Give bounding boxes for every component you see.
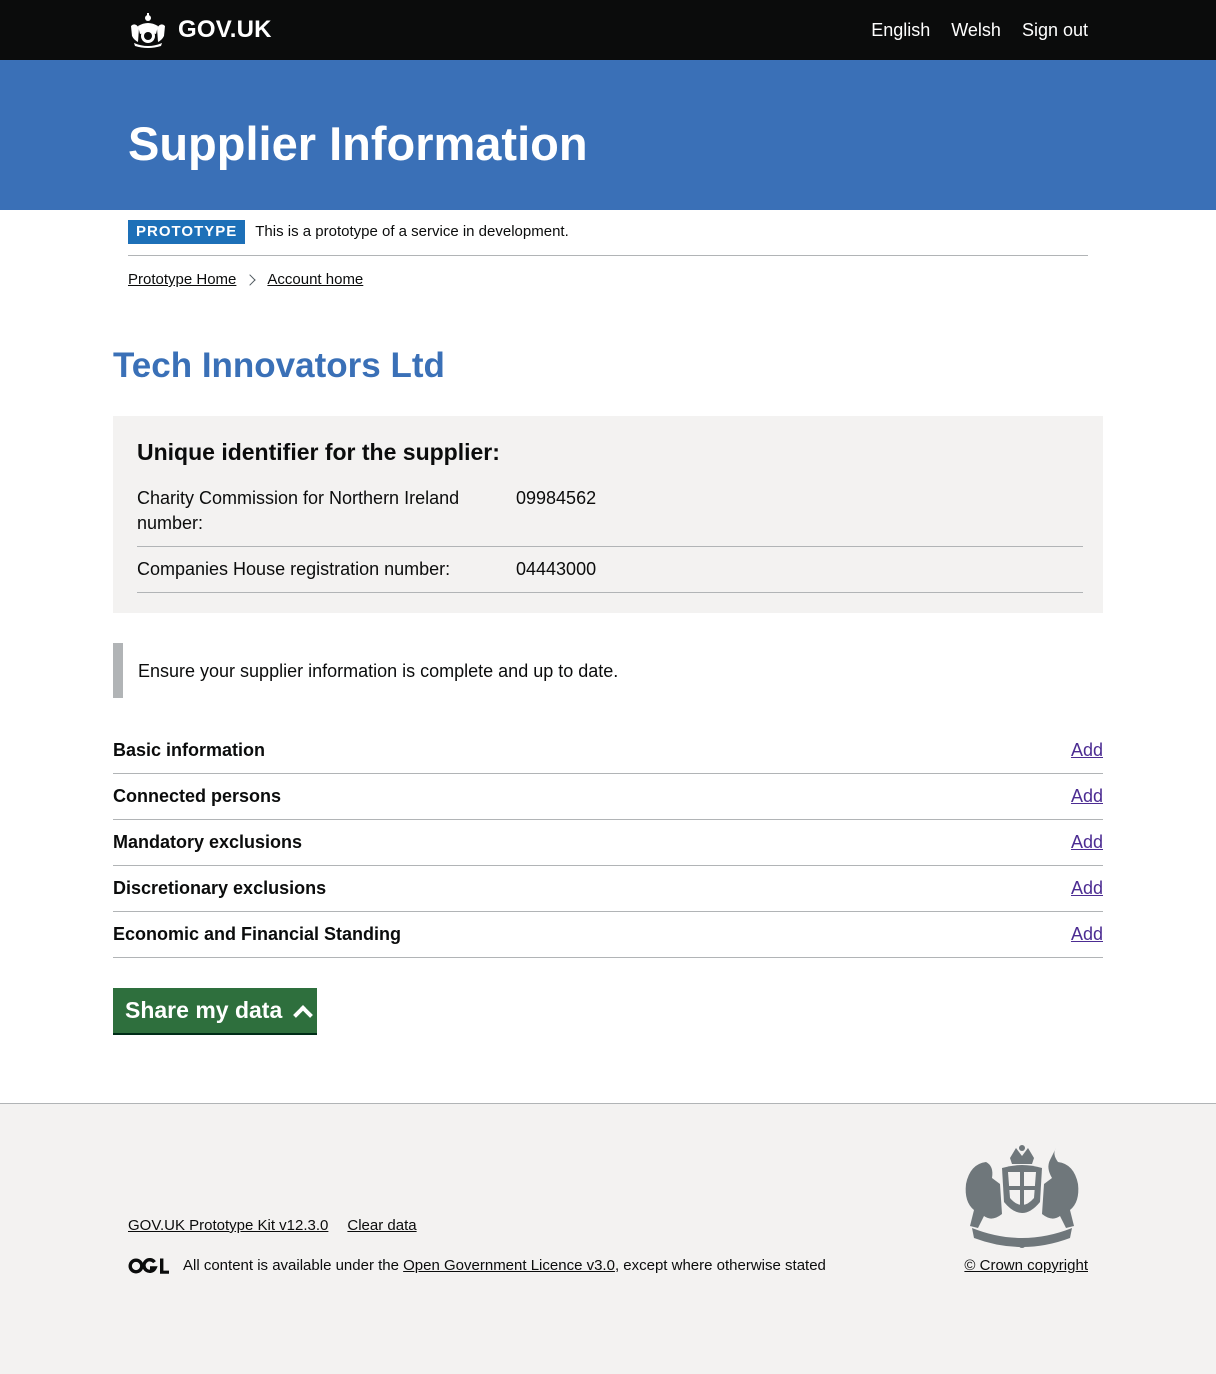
share-button-label: Share my data (125, 997, 283, 1023)
add-mandatory-exclusions-link[interactable]: Add (1071, 832, 1103, 853)
crown-icon (131, 13, 165, 48)
royal-coat-of-arms-icon (965, 1145, 1079, 1248)
footer-clear-data-link[interactable]: Clear data (347, 1216, 416, 1236)
task-name: Connected persons (113, 786, 282, 806)
breadcrumb-prototype-home[interactable]: Prototype Home (128, 270, 236, 290)
task-name: Basic information (113, 740, 266, 760)
add-discretionary-exclusions-link[interactable]: Add (1071, 878, 1103, 899)
task-name: Discretionary exclusions (113, 878, 327, 898)
govuk-logo-link[interactable]: GOV.UK (128, 12, 272, 48)
licence-prefix: All content is available under the (183, 1257, 404, 1274)
inset-message: Ensure your supplier information is comp… (138, 661, 619, 681)
supplier-name: Tech Innovators Ltd (113, 346, 445, 385)
breadcrumb: Prototype Home Account home (128, 270, 363, 290)
task-row-connected-persons: Connected persons Add (113, 774, 1103, 820)
phase-banner: PROTOTYPE This is a prototype of a servi… (128, 220, 1088, 256)
footer-links: GOV.UK Prototype Kit v12.3.0 Clear data (128, 1216, 417, 1236)
chevron-right-icon (244, 274, 257, 286)
identifier-panel: Unique identifier for the supplier: Char… (113, 416, 1103, 613)
open-government-licence-link[interactable]: Open Government Licence v3.0 (403, 1254, 615, 1278)
task-name: Economic and Financial Standing (113, 924, 402, 944)
breadcrumb-account-home[interactable]: Account home (267, 270, 363, 290)
task-row-economic-financial-standing: Economic and Financial Standing Add (113, 912, 1103, 958)
identifier-row-companies-house: Companies House registration number: 044… (137, 557, 1083, 593)
crown-copyright-link[interactable]: © Crown copyright (964, 1254, 1088, 1278)
nav-sign-out[interactable]: Sign out (1022, 19, 1088, 41)
service-banner: Supplier Information (0, 60, 1216, 210)
task-list: Basic information Add Connected persons … (113, 728, 1103, 958)
task-row-discretionary-exclusions: Discretionary exclusions Add (113, 866, 1103, 912)
add-economic-financial-standing-link[interactable]: Add (1071, 924, 1103, 945)
service-title: Supplier Information (128, 117, 588, 170)
task-name: Mandatory exclusions (113, 832, 303, 852)
nav-english[interactable]: English (871, 19, 930, 41)
task-row-mandatory-exclusions: Mandatory exclusions Add (113, 820, 1103, 866)
identifier-label: Companies House registration number: (137, 559, 451, 579)
inset-text: Ensure your supplier information is comp… (113, 643, 1103, 698)
logo-text: GOV.UK (178, 16, 272, 43)
task-row-basic-information: Basic information Add (113, 728, 1103, 774)
identifier-row-charity: Charity Commission for Northern Ireland … (137, 486, 1083, 547)
chevron-up-icon (293, 1004, 314, 1025)
header-nav: English Welsh Sign out (871, 19, 1088, 41)
identifier-label: Charity Commission for Northern Ireland … (137, 488, 460, 533)
site-footer: GOV.UK Prototype Kit v12.3.0 Clear data … (0, 1103, 1216, 1374)
ogl-icon (128, 1258, 169, 1274)
identifier-heading: Unique identifier for the supplier: (137, 439, 500, 465)
phase-tag: PROTOTYPE (128, 220, 246, 244)
phase-text: This is a prototype of a service in deve… (255, 223, 569, 240)
add-basic-information-link[interactable]: Add (1071, 740, 1103, 761)
licence-suffix: , except where otherwise stated (614, 1257, 826, 1274)
share-my-data-button[interactable]: Share my data (113, 988, 317, 1033)
identifier-value: 04443000 (516, 559, 597, 579)
site-header: GOV.UK English Welsh Sign out (0, 0, 1216, 60)
nav-welsh[interactable]: Welsh (951, 19, 1001, 41)
add-connected-persons-link[interactable]: Add (1071, 786, 1103, 807)
licence-statement: All content is available under the Open … (128, 1254, 826, 1278)
identifier-value: 09984562 (516, 488, 597, 508)
footer-prototype-kit-link[interactable]: GOV.UK Prototype Kit v12.3.0 (128, 1216, 328, 1236)
